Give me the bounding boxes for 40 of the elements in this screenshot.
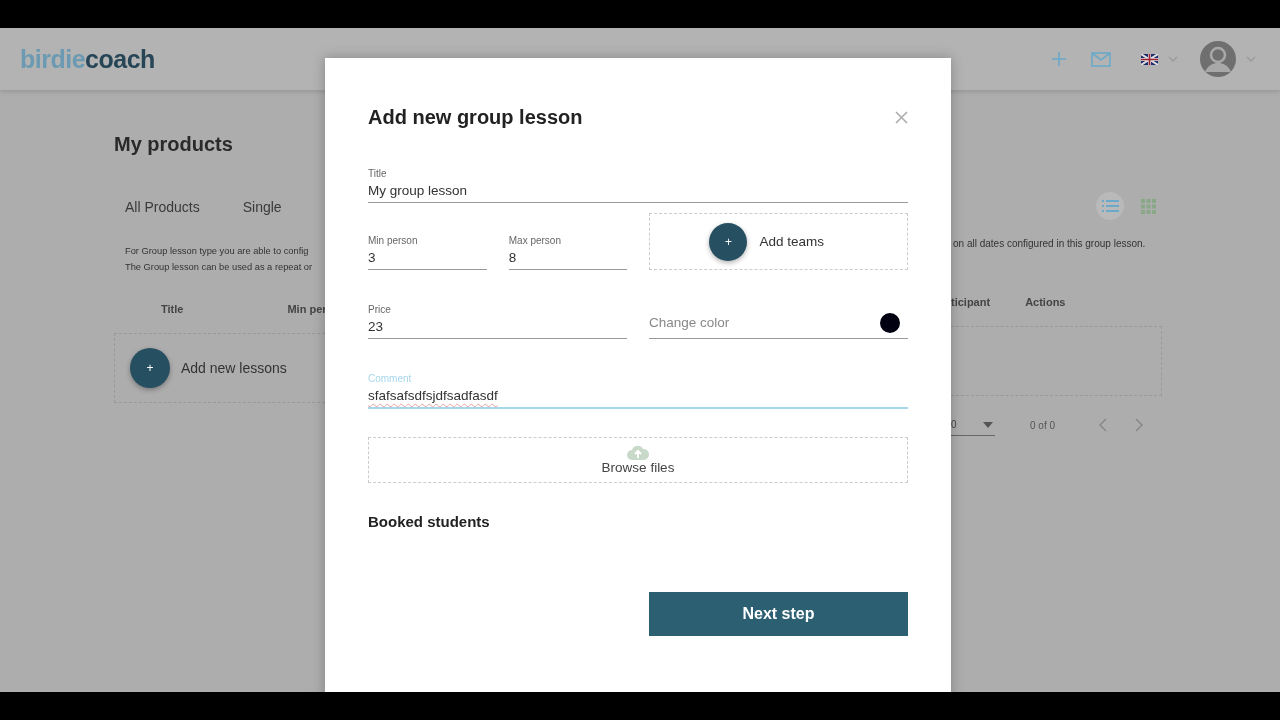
chevron-left-icon[interactable] <box>1099 418 1108 432</box>
product-tab[interactable]: All Products <box>125 199 200 223</box>
chevron-down-icon[interactable] <box>1168 56 1178 62</box>
caret-down-icon[interactable] <box>982 421 993 428</box>
color-dot[interactable] <box>880 312 900 333</box>
close-icon[interactable] <box>895 111 908 124</box>
chevron-right-icon[interactable] <box>1135 418 1144 432</box>
modal-title: Add new group lesson <box>368 106 583 129</box>
pagination-range: 0 of 0 <box>1030 419 1056 431</box>
column-header: Title <box>161 303 184 317</box>
product-tab[interactable]: Single <box>242 199 282 223</box>
flag-icon[interactable] <box>1141 53 1158 65</box>
browse-files-label[interactable]: Browse files <box>601 460 675 475</box>
description-text: The Group lesson can be used as a repeat or <box>125 261 314 274</box>
mail-icon[interactable] <box>1091 51 1111 67</box>
column-header: ticipant <box>951 296 991 310</box>
add-lessons-label[interactable]: Add new lessons <box>181 360 287 376</box>
avatar-icon[interactable] <box>1200 41 1236 77</box>
color-field[interactable]: Change color <box>649 309 908 339</box>
max-person-field[interactable]: Max person 8 <box>508 235 628 270</box>
cloud-upload-icon <box>627 445 649 460</box>
next-step-button[interactable]: Next step <box>649 592 908 636</box>
min-person-field[interactable]: Min person 3 <box>368 235 487 270</box>
plus-icon[interactable] <box>1051 51 1067 67</box>
file-drop-area[interactable]: Browse files <box>368 437 908 483</box>
add-button[interactable]: + <box>709 222 748 261</box>
section-heading: Booked students <box>368 513 491 530</box>
add-teams-label[interactable]: Add teams <box>759 234 824 249</box>
logo-text: birdiecoach <box>20 44 155 74</box>
comment-field[interactable]: Comment sfafsafsdfsjdfsadfasdf <box>368 373 908 409</box>
column-header: Actions <box>1025 296 1066 310</box>
page-title: My products <box>114 133 234 157</box>
description-text: For Group lesson type you are able to config <box>125 245 310 258</box>
column-header: Min per <box>287 303 327 317</box>
price-field[interactable]: Price 23 <box>368 304 627 339</box>
list-view-icon[interactable] <box>1096 192 1124 220</box>
chevron-down-icon[interactable] <box>1246 56 1256 62</box>
description-text: on all dates configured in this group lesson. <box>952 237 1147 251</box>
add-button[interactable]: + <box>130 348 170 388</box>
title-field[interactable]: Title My group lesson <box>368 168 908 203</box>
